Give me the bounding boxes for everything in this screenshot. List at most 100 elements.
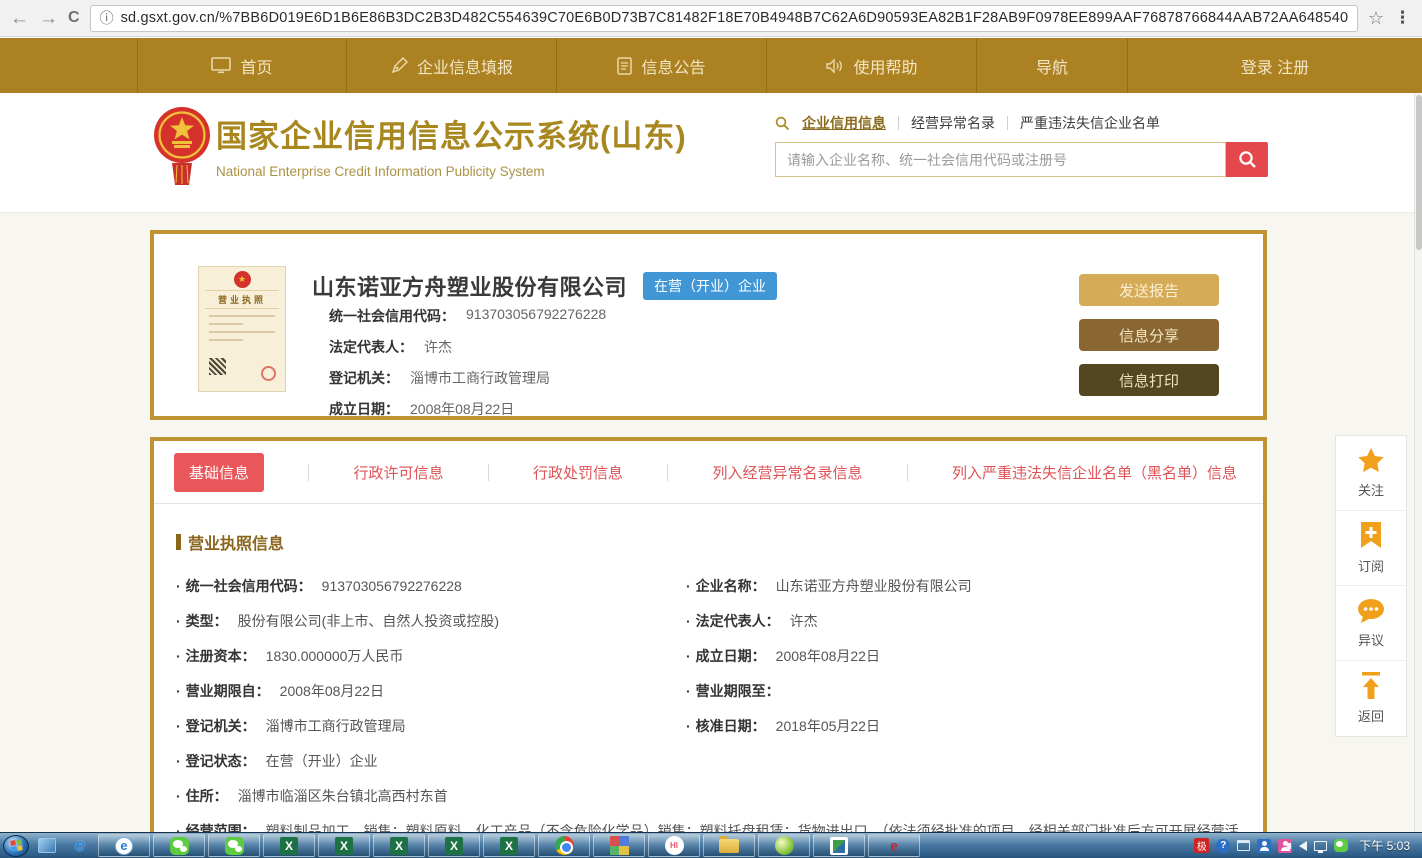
tab-basic-info[interactable]: 基础信息 <box>174 453 264 492</box>
field-value: 许杰 <box>424 337 452 357</box>
start-button[interactable] <box>3 835 29 857</box>
nav-label: 信息公告 <box>641 54 705 78</box>
field-value: 1830.000000万人民币 <box>266 648 404 664</box>
desktop-app-icon[interactable] <box>32 835 62 857</box>
tray-help-icon[interactable]: ? <box>1216 839 1230 853</box>
divider <box>308 464 309 481</box>
field-value: 股份有限公司(非上市、自然人投资或控股) <box>238 613 499 629</box>
reload-icon[interactable]: C <box>68 9 80 27</box>
license-qr-code <box>209 358 226 375</box>
nav-label: 企业信息填报 <box>417 54 513 78</box>
tab-blacklist[interactable]: 列入严重违法失信企业名单（黑名单）信息 <box>952 462 1237 483</box>
divider <box>488 464 489 481</box>
field-label: 注册资本： <box>176 648 256 664</box>
nav-label: 使用帮助 <box>853 54 917 78</box>
field-value: 2018年05月22日 <box>776 718 880 734</box>
nav-sitemap[interactable]: 导航 <box>977 38 1128 93</box>
wechat-icon <box>170 837 189 855</box>
license-emblem-icon: ★ <box>234 271 251 288</box>
search-input[interactable] <box>775 142 1226 177</box>
taskbar-app-excel-1[interactable]: X <box>263 834 315 857</box>
detail-card: 基础信息 行政许可信息 行政处罚信息 列入经营异常名录信息 列入严重违法失信企业… <box>150 437 1267 858</box>
browser-scrollbar[interactable] <box>1414 93 1422 832</box>
field-label: 统一社会信用代码： <box>176 578 312 594</box>
field-row: 登记机关： 淄博市工商行政管理局 <box>329 368 606 388</box>
field-row: 法定代表人： 许杰 <box>329 337 606 357</box>
taskbar-app-excel-4[interactable]: X <box>428 834 480 857</box>
excel-icon: X <box>335 837 353 855</box>
tab-administrative-penalty[interactable]: 行政处罚信息 <box>533 462 623 483</box>
bookmark-plus-icon <box>1359 522 1383 550</box>
share-info-button[interactable]: 信息分享 <box>1079 319 1219 351</box>
national-emblem-logo <box>150 105 214 192</box>
field-label: 统一社会信用代码： <box>329 306 455 326</box>
chrome-icon <box>555 836 574 855</box>
taskbar-app-red-logo[interactable]: e <box>868 834 920 857</box>
bookmark-star-icon[interactable]: ☆ <box>1368 8 1384 29</box>
taskbar-app-chrome[interactable] <box>538 834 590 857</box>
taskbar-app-excel-5[interactable]: X <box>483 834 535 857</box>
nav-announcements[interactable]: 信息公告 <box>557 38 767 93</box>
side-tools-panel: 关注 订阅 异议 返回 <box>1335 435 1407 737</box>
address-bar[interactable]: ⓘ sd.gsxt.gov.cn/%7BB6D019E6D1B6E86B3DC2… <box>90 5 1358 32</box>
taskbar-clock[interactable]: 下午 5:03 <box>1359 837 1410 854</box>
field-label: 营业期限至： <box>686 683 780 699</box>
field-label: 法定代表人： <box>686 613 780 629</box>
tray-ji-icon[interactable]: 极 <box>1194 838 1209 853</box>
nav-help[interactable]: 使用帮助 <box>767 38 977 93</box>
print-info-button[interactable]: 信息打印 <box>1079 364 1219 396</box>
scrollbar-thumb[interactable] <box>1416 95 1422 250</box>
internet-explorer-icon[interactable]: e <box>65 835 95 857</box>
nav-login-register[interactable]: 登录 注册 <box>1128 38 1422 93</box>
tab-abnormal-operations[interactable]: 列入经营异常名录信息 <box>712 462 862 483</box>
back-to-top-button[interactable]: 返回 <box>1336 661 1406 736</box>
send-report-button[interactable]: 发送报告 <box>1079 274 1219 306</box>
taskbar-app-collage[interactable] <box>593 834 645 857</box>
taskbar-app-green-orb[interactable] <box>758 834 810 857</box>
search-tab-abnormal-list[interactable]: 经营异常名录 <box>911 113 995 133</box>
taskbar-app-hi[interactable]: HI <box>648 834 700 857</box>
browser-menu-icon[interactable]: ⋮ <box>1394 8 1412 28</box>
tray-wechat-icon[interactable] <box>1334 839 1348 852</box>
company-name: 山东诺亚方舟塑业股份有限公司 <box>312 270 627 302</box>
field-value: 淄博市工商行政管理局 <box>410 368 550 388</box>
back-icon[interactable]: ← <box>10 9 29 28</box>
taskbar-app-excel-3[interactable]: X <box>373 834 425 857</box>
field-value: 在营（开业）企业 <box>266 753 378 769</box>
search-tab-illegal-list[interactable]: 严重违法失信企业名单 <box>1020 113 1160 133</box>
taskbar-app-folder[interactable] <box>703 834 755 857</box>
taskbar-app-browser[interactable]: e <box>98 834 150 857</box>
excel-icon: X <box>445 837 463 855</box>
search-tab-credit-info[interactable]: 企业信用信息 <box>802 113 886 133</box>
forward-icon[interactable]: → <box>39 9 58 28</box>
site-header: 国家企业信用信息公示系统(山东) National Enterprise Cre… <box>0 93 1422 213</box>
volume-icon[interactable] <box>1299 841 1307 851</box>
taskbar-app-building[interactable] <box>813 834 865 857</box>
field-row: 统一社会信用代码： 913703056792276228 <box>329 306 606 326</box>
tray-window-icon[interactable] <box>1237 840 1250 851</box>
status-badge: 在营（开业）企业 <box>643 272 777 300</box>
business-license-thumbnail[interactable]: ★ 营业执照 <box>198 266 286 392</box>
field-label: 营业期限自： <box>176 683 270 699</box>
network-icon[interactable] <box>1314 841 1327 851</box>
field-label: 登记机关： <box>176 718 256 734</box>
field-row: 成立日期： 2008年08月22日 <box>329 399 606 419</box>
follow-button[interactable]: 关注 <box>1336 436 1406 511</box>
taskbar-app-wechat-2[interactable] <box>208 834 260 857</box>
browser-toolbar: ← → C ⓘ sd.gsxt.gov.cn/%7BB6D019E6D1B6E8… <box>0 0 1422 37</box>
nav-enterprise-filing[interactable]: 企业信息填报 <box>347 38 557 93</box>
page-info-icon[interactable]: ⓘ <box>100 8 114 28</box>
company-summary-card: ★ 营业执照 山东诺亚方舟塑业股份有限公司 在营（开业）企业 统一社会信用代码：… <box>150 230 1267 420</box>
search-button[interactable] <box>1226 142 1268 177</box>
taskbar-app-wechat-1[interactable] <box>153 834 205 857</box>
field-label: 登记状态： <box>176 753 256 769</box>
field-label: 成立日期： <box>686 648 766 664</box>
subscribe-button[interactable]: 订阅 <box>1336 511 1406 586</box>
taskbar-app-excel-2[interactable]: X <box>318 834 370 857</box>
tab-administrative-license[interactable]: 行政许可信息 <box>353 462 443 483</box>
nav-home[interactable]: 首页 <box>138 38 347 93</box>
tray-contacts-icon[interactable] <box>1257 839 1271 853</box>
field-value: 淄博市工商行政管理局 <box>266 718 406 734</box>
objection-button[interactable]: 异议 <box>1336 586 1406 661</box>
tool-label: 关注 <box>1358 480 1384 499</box>
